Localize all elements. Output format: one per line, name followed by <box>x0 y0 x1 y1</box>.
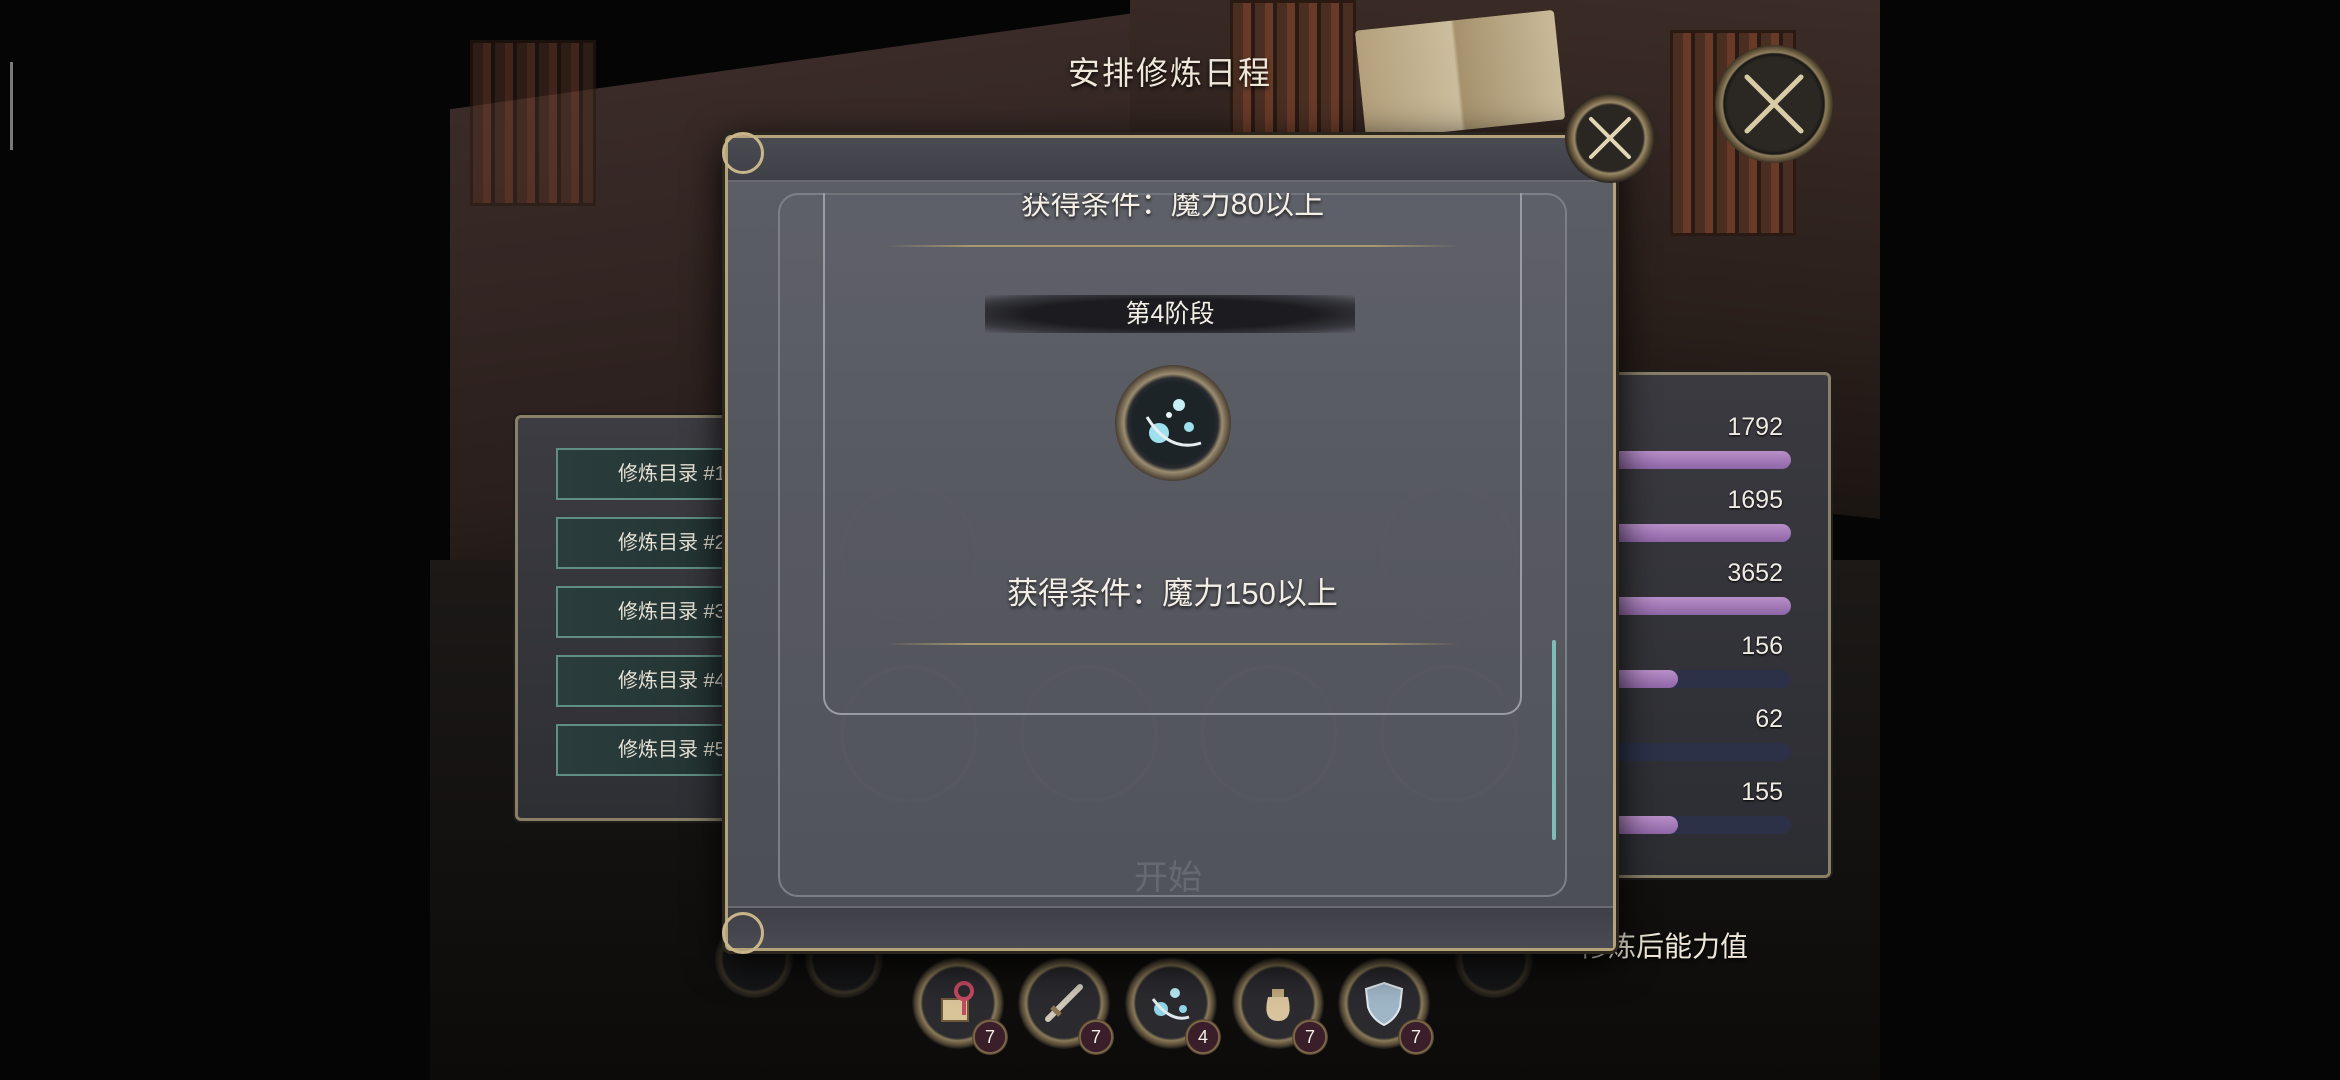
stats-panel: 1792 1695 3652 156 62 155 <box>1600 372 1831 878</box>
modal-scrollbar[interactable] <box>1552 640 1556 840</box>
condition-text: 获得条件：魔力150以上 <box>1007 576 1338 611</box>
close-icon <box>1744 74 1804 134</box>
magic-orbs-icon <box>1145 399 1202 447</box>
divider <box>885 245 1460 247</box>
top-close-button[interactable] <box>1715 45 1833 163</box>
page-title: 安排修炼日程 <box>1067 55 1272 91</box>
start-button[interactable]: 开始 <box>1008 833 1328 923</box>
stage-info-modal: 开始 获得条件：魔力80以上 第4阶段 获得条件：魔力150以上 <box>722 132 1616 954</box>
stat-bar-fill <box>1603 451 1791 469</box>
corner-ornament <box>722 912 764 954</box>
corner-ornament <box>722 132 764 174</box>
stat-value: 3652 <box>1727 559 1783 587</box>
item-slot-1[interactable]: 7 <box>912 957 1008 1055</box>
item-count-badge: 7 <box>1398 1019 1434 1055</box>
previous-condition-text: 获得条件：魔力80以上 <box>1020 193 1325 221</box>
stat-bar <box>1603 816 1791 834</box>
stat-bar <box>1603 451 1791 469</box>
coin-bag-icon <box>1266 989 1290 1021</box>
item-slot-4[interactable]: 7 <box>1232 957 1328 1055</box>
item-slot-2[interactable]: 7 <box>1018 957 1114 1055</box>
skill-icon-frame[interactable] <box>1115 365 1231 481</box>
item-count-badge: 7 <box>1292 1019 1328 1055</box>
stat-bar <box>1603 743 1791 761</box>
divider <box>885 643 1460 645</box>
stat-value: 1695 <box>1727 486 1783 514</box>
stat-value: 62 <box>1755 705 1783 733</box>
stat-value: 156 <box>1741 632 1783 660</box>
stat-bar <box>1603 597 1791 615</box>
book-key-icon <box>941 981 974 1022</box>
item-count-badge: 7 <box>972 1019 1008 1055</box>
shield-icon <box>1364 981 1404 1027</box>
item-slot-3[interactable]: 4 <box>1125 957 1221 1055</box>
stat-bar <box>1603 524 1791 542</box>
magic-orbs-icon <box>1151 988 1190 1020</box>
close-icon <box>1589 117 1631 159</box>
stat-bar <box>1603 670 1791 688</box>
item-slot-5[interactable]: 7 <box>1338 957 1434 1055</box>
stat-bar-fill <box>1603 524 1791 542</box>
stat-value: 1792 <box>1727 413 1783 441</box>
stage-title: 第4阶段 <box>985 295 1355 333</box>
stat-bar-fill <box>1603 597 1791 615</box>
item-count-badge: 4 <box>1185 1019 1221 1055</box>
stat-value: 155 <box>1741 778 1783 806</box>
stage-detail-card: 获得条件：魔力80以上 第4阶段 获得条件：魔力150以上 <box>823 193 1522 715</box>
sword-icon <box>1045 984 1083 1022</box>
catalog-panel: 修炼目录 #1 修炼目录 #2 修炼目录 #3 修炼目录 #4 修炼目录 #5 <box>515 415 756 821</box>
item-count-badge: 7 <box>1078 1019 1114 1055</box>
modal-close-button[interactable] <box>1565 93 1655 183</box>
modal-header-bar <box>728 138 1613 182</box>
